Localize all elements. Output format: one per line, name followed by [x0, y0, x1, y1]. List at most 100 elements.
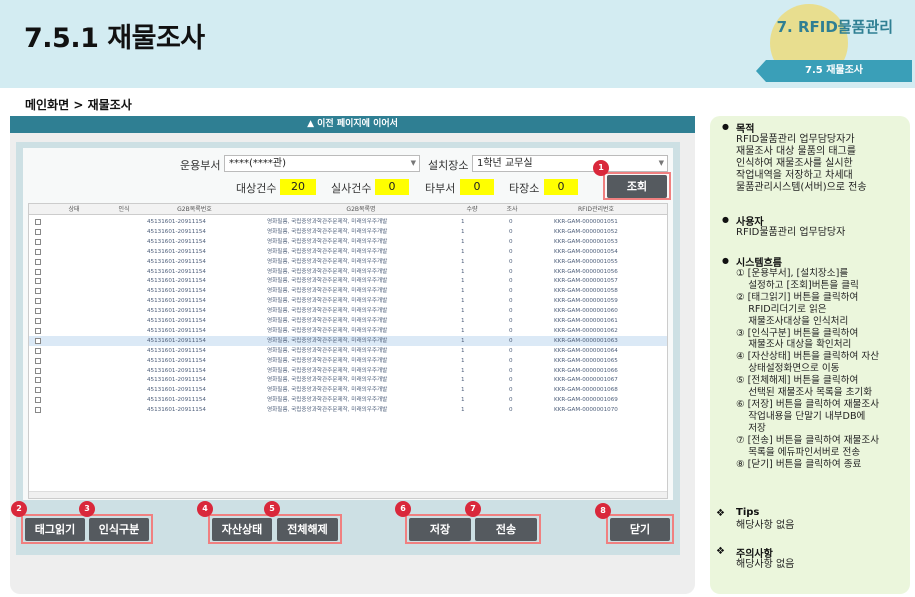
table-row[interactable]: 45131601-20911154 영화필름, 국립중앙과학관주문제작, 미래의우… — [29, 276, 667, 286]
step-marker-8: 8 — [595, 503, 611, 519]
table-row[interactable]: 45131601-20911154 영화필름, 국립중앙과학관주문제작, 미래의우… — [29, 227, 667, 237]
col-status[interactable]: 상태 — [59, 204, 89, 215]
flow-line: 재물조사 대상을 확인처리 — [736, 339, 852, 351]
recognize-type-button[interactable]: 인식구분 — [89, 518, 149, 541]
cell-check: 0 — [509, 337, 513, 344]
cell-g2b-no: 45131601-20911154 — [147, 347, 206, 354]
table-row[interactable]: 45131601-20911154 영화필름, 국립중앙과학관주문제작, 미래의우… — [29, 316, 667, 326]
col-qty[interactable]: 수량 — [457, 204, 487, 215]
purpose-line: 물품관리시스템(서버)으로 전송 — [736, 182, 867, 193]
table-row[interactable]: 45131601-20911154 영화필름, 국립중앙과학관주문제작, 미래의우… — [29, 237, 667, 247]
cell-rfid: KKR-GAM-0000001069 — [554, 397, 618, 404]
cell-check: 0 — [509, 308, 513, 315]
place-select[interactable]: 1학년 교무실 ▼ — [472, 155, 668, 172]
step-marker-2: 2 — [11, 501, 27, 517]
row-checkbox[interactable] — [35, 407, 41, 414]
col-g2b-name[interactable]: G2B목록명 — [261, 204, 461, 215]
asset-grid[interactable]: 상태 인식 G2B목록번호 G2B목록명 수량 조사 RFID관리번호 4513… — [28, 203, 668, 499]
page-title: 7.5.1 재물조사 — [24, 23, 205, 54]
flow-line: 상태설정화면으로 이동 — [736, 363, 840, 375]
cell-g2b-no: 45131601-20911154 — [147, 387, 206, 394]
row-checkbox[interactable] — [35, 258, 41, 265]
dept-select[interactable]: ****(****관) ▼ — [224, 155, 420, 172]
cell-qty: 1 — [461, 377, 465, 384]
notes-text: 해당사항 없음 — [736, 559, 795, 570]
table-row[interactable]: 45131601-20911154 영화필름, 국립중앙과학관주문제작, 미래의우… — [29, 296, 667, 306]
row-checkbox[interactable] — [35, 308, 41, 315]
search-button[interactable]: 조회 — [607, 175, 667, 198]
table-row[interactable]: 45131601-20911154 영화필름, 국립중앙과학관주문제작, 미래의우… — [29, 267, 667, 277]
table-row[interactable]: 45131601-20911154 영화필름, 국립중앙과학관주문제작, 미래의우… — [29, 257, 667, 267]
table-row[interactable]: 45131601-20911154 영화필름, 국립중앙과학관주문제작, 미래의우… — [29, 375, 667, 385]
cell-g2b-no: 45131601-20911154 — [147, 308, 206, 315]
row-checkbox[interactable] — [35, 367, 41, 374]
asset-status-button[interactable]: 자산상태 — [212, 518, 272, 541]
row-checkbox[interactable] — [35, 219, 41, 225]
cell-g2b-name: 영화필름, 국립중앙과학관주문제작, 미래의우주개발 — [267, 308, 388, 315]
cell-qty: 1 — [461, 228, 465, 235]
row-checkbox[interactable] — [35, 278, 41, 285]
row-checkbox[interactable] — [35, 397, 41, 404]
col-g2b-no[interactable]: G2B목록번호 — [147, 204, 242, 215]
flow-line: 선택된 재물조사 목록을 초기화 — [736, 387, 873, 399]
table-row[interactable]: 45131601-20911154 영화필름, 국립중앙과학관주문제작, 미래의우… — [29, 306, 667, 316]
row-checkbox[interactable] — [35, 238, 41, 245]
cell-rfid: KKR-GAM-0000001055 — [554, 258, 618, 265]
row-checkbox[interactable] — [35, 357, 41, 364]
table-row[interactable]: 45131601-20911154 영화필름, 국립중앙과학관주문제작, 미래의우… — [29, 247, 667, 257]
cell-check: 0 — [509, 248, 513, 255]
col-check[interactable]: 조사 — [497, 204, 527, 215]
cell-g2b-name: 영화필름, 국립중앙과학관주문제작, 미래의우주개발 — [267, 219, 388, 225]
row-checkbox[interactable] — [35, 288, 41, 295]
cell-rfid: KKR-GAM-0000001062 — [554, 327, 618, 334]
other-place-value: 0 — [544, 179, 578, 195]
cell-g2b-no: 45131601-20911154 — [147, 337, 206, 344]
close-button[interactable]: 닫기 — [610, 518, 670, 541]
other-dept-label: 타부서 — [425, 182, 456, 195]
cell-qty: 1 — [461, 397, 465, 404]
cell-g2b-no: 45131601-20911154 — [147, 318, 206, 324]
col-rfid[interactable]: RFID관리번호 — [551, 204, 641, 215]
row-checkbox[interactable] — [35, 318, 41, 324]
cell-check: 0 — [509, 238, 513, 245]
cell-qty: 1 — [461, 268, 465, 275]
col-recognized[interactable]: 인식 — [109, 204, 139, 215]
send-button[interactable]: 전송 — [475, 518, 537, 541]
flow-line: 저장 — [736, 422, 766, 434]
row-checkbox[interactable] — [35, 337, 41, 344]
cell-check: 0 — [509, 367, 513, 374]
diamond-bullet-icon: ❖ — [716, 546, 725, 557]
table-row[interactable]: 45131601-20911154 영화필름, 국립중앙과학관주문제작, 미래의우… — [29, 366, 667, 376]
row-checkbox[interactable] — [35, 387, 41, 394]
horizontal-scrollbar[interactable] — [29, 491, 667, 498]
table-row[interactable]: 45131601-20911154 영화필름, 국립중앙과학관주문제작, 미래의우… — [29, 385, 667, 395]
row-checkbox[interactable] — [35, 248, 41, 255]
flow-line: ④ [자산상태] 버튼을 클릭하여 자산 — [736, 351, 880, 363]
row-checkbox[interactable] — [35, 377, 41, 384]
cell-rfid: KKR-GAM-0000001063 — [554, 337, 618, 344]
purpose-heading: 목적 — [736, 124, 755, 135]
release-all-button[interactable]: 전체해제 — [277, 518, 338, 541]
cell-g2b-no: 45131601-20911154 — [147, 228, 206, 235]
table-row[interactable]: 45131601-20911154 영화필름, 국립중앙과학관주문제작, 미래의우… — [29, 356, 667, 366]
row-checkbox[interactable] — [35, 298, 41, 305]
table-row[interactable]: 45131601-20911154 영화필름, 국립중앙과학관주문제작, 미래의우… — [29, 395, 667, 405]
table-row[interactable]: 45131601-20911154 영화필름, 국립중앙과학관주문제작, 미래의우… — [29, 326, 667, 336]
flow-line: 재물조사대상을 인식처리 — [736, 315, 849, 327]
table-row[interactable]: 45131601-20911154 영화필름, 국립중앙과학관주문제작, 미래의우… — [29, 405, 667, 415]
row-checkbox[interactable] — [35, 228, 41, 235]
tag-read-button[interactable]: 태그읽기 — [25, 518, 85, 541]
save-button[interactable]: 저장 — [409, 518, 471, 541]
purpose-line: 인식하여 재물조사를 실시한 — [736, 158, 853, 169]
cell-qty: 1 — [461, 308, 465, 315]
table-row[interactable]: 45131601-20911154 영화필름, 국립중앙과학관주문제작, 미래의우… — [29, 217, 667, 227]
cell-g2b-name: 영화필름, 국립중앙과학관주문제작, 미래의우주개발 — [267, 337, 388, 344]
row-checkbox[interactable] — [35, 268, 41, 275]
table-row[interactable]: 45131601-20911154 영화필름, 국립중앙과학관주문제작, 미래의우… — [29, 286, 667, 296]
table-row[interactable]: 45131601-20911154 영화필름, 국립중앙과학관주문제작, 미래의우… — [29, 346, 667, 356]
row-checkbox[interactable] — [35, 347, 41, 354]
dept-label: 운용부서 — [180, 159, 221, 172]
row-checkbox[interactable] — [35, 327, 41, 334]
target-count-value: 20 — [280, 179, 316, 195]
table-row[interactable]: 45131601-20911154 영화필름, 국립중앙과학관주문제작, 미래의우… — [29, 335, 667, 346]
